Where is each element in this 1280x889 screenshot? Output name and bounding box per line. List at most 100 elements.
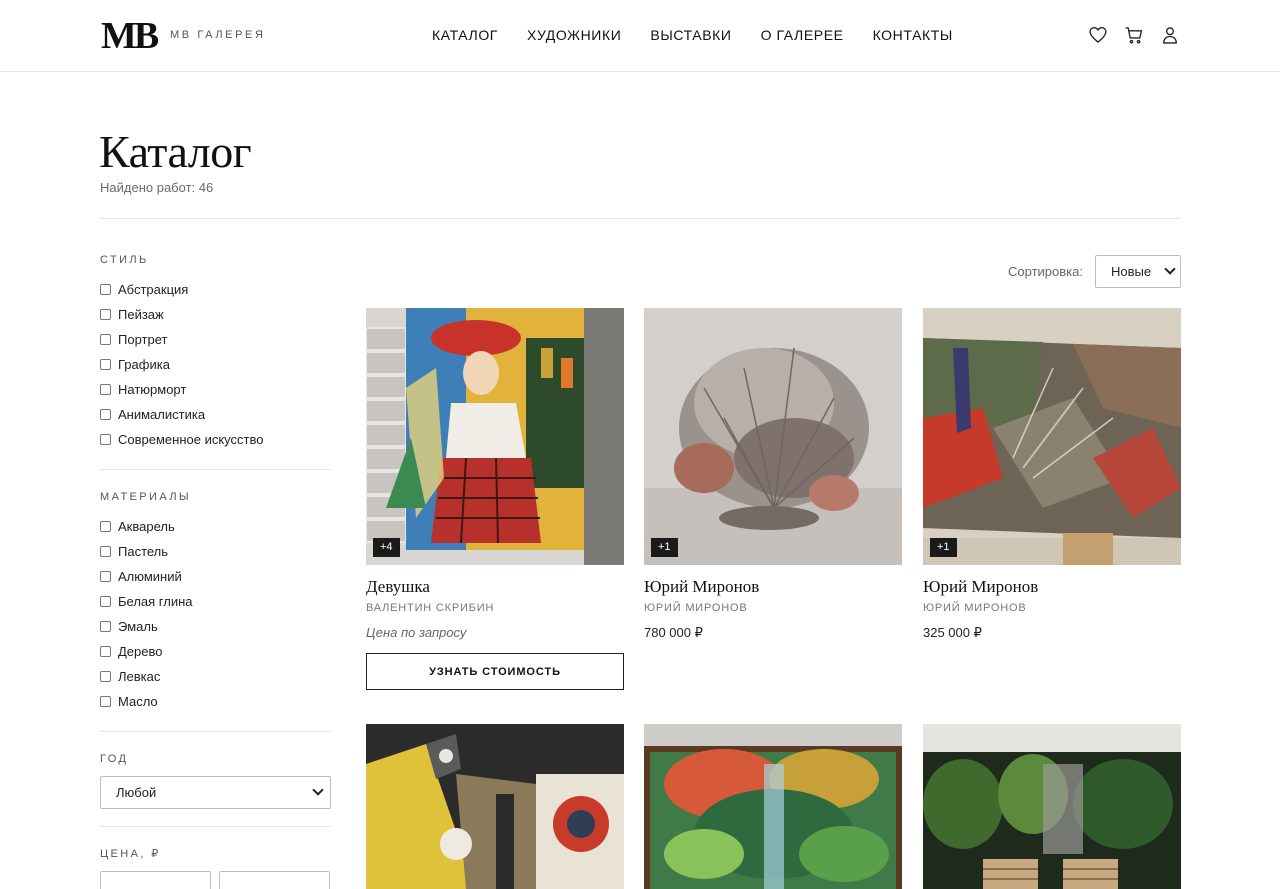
checkbox[interactable]	[100, 434, 111, 445]
artwork-card	[923, 724, 1181, 889]
main-nav: КАТАЛОГ ХУДОЖНИКИ ВЫСТАВКИ О ГАЛЕРЕЕ КОН…	[432, 27, 982, 43]
cart-icon[interactable]	[1123, 24, 1144, 46]
price-max-input[interactable]	[219, 871, 330, 889]
artwork-photo-garden	[923, 724, 1181, 889]
nav-item-exhibitions[interactable]: ВЫСТАВКИ	[650, 27, 731, 43]
artwork-price: 325 000 ₽	[923, 625, 982, 640]
site-header: MB MB ГАЛЕРЕЯ КАТАЛОГ ХУДОЖНИКИ ВЫСТАВКИ…	[0, 0, 1280, 72]
checkbox[interactable]	[100, 671, 111, 682]
filter-option-label: Абстракция	[118, 282, 189, 297]
filter-option[interactable]: Анималистика	[100, 402, 331, 427]
checkbox[interactable]	[100, 309, 111, 320]
checkbox[interactable]	[100, 284, 111, 295]
filter-heading-year: ГОД	[100, 753, 129, 765]
results-count: Найдено работ: 46	[100, 180, 214, 195]
nav-item-artists[interactable]: ХУДОЖНИКИ	[527, 27, 621, 43]
filter-option-label: Пастель	[118, 544, 169, 559]
request-price-button[interactable]: УЗНАТЬ СТОИМОСТЬ	[366, 653, 624, 690]
artwork-painting-geometric	[366, 724, 624, 889]
artwork-image[interactable]: +4	[366, 308, 624, 565]
filter-option-label: Эмаль	[118, 619, 158, 634]
filter-option-label: Натюрморт	[118, 382, 187, 397]
divider	[100, 218, 1180, 219]
nav-item-about[interactable]: О ГАЛЕРЕЕ	[761, 27, 844, 43]
filter-heading-style: СТИЛЬ	[100, 254, 149, 266]
filter-divider	[100, 731, 331, 732]
filter-option[interactable]: Белая глина	[100, 589, 331, 614]
filter-option[interactable]: Акварель	[100, 514, 331, 539]
filter-option[interactable]: Графика	[100, 352, 331, 377]
artwork-artist[interactable]: ВАЛЕНТИН СКРИБИН	[366, 601, 624, 615]
logo-mark[interactable]: MB	[101, 17, 159, 55]
checkbox[interactable]	[100, 621, 111, 632]
filter-option[interactable]: Дерево	[100, 639, 331, 664]
year-select[interactable]: Любой	[100, 776, 331, 809]
filter-option[interactable]: Портрет	[100, 327, 331, 352]
filter-option[interactable]: Масло	[100, 689, 331, 714]
checkbox[interactable]	[100, 334, 111, 345]
price-min-input[interactable]	[100, 871, 211, 889]
filter-option-label: Графика	[118, 357, 170, 372]
artwork-image[interactable]	[644, 724, 902, 889]
artwork-card: +1 Юрий Миронов ЮРИЙ МИРОНОВ 325 000 ₽	[923, 308, 1181, 641]
artwork-card	[366, 724, 624, 889]
price-range	[100, 871, 331, 889]
filter-option[interactable]: Алюминий	[100, 564, 331, 589]
year-select-value: Любой	[116, 785, 157, 800]
filter-option[interactable]: Левкас	[100, 664, 331, 689]
artwork-title[interactable]: Юрий Миронов	[923, 577, 1181, 597]
filter-option[interactable]: Пейзаж	[100, 302, 331, 327]
filter-option-label: Пейзаж	[118, 307, 164, 322]
filter-option-label: Дерево	[118, 644, 163, 659]
chevron-down-icon	[312, 784, 324, 796]
filters-sidebar: СТИЛЬ Абстракция Пейзаж Портрет Графика …	[100, 253, 331, 889]
artwork-artist[interactable]: ЮРИЙ МИРОНОВ	[923, 601, 1181, 615]
image-count-badge: +4	[373, 538, 400, 557]
checkbox[interactable]	[100, 546, 111, 557]
filter-heading-price: ЦЕНА, ₽	[100, 848, 161, 860]
checkbox[interactable]	[100, 571, 111, 582]
artwork-card: +1 Юрий Миронов ЮРИЙ МИРОНОВ 780 000 ₽	[644, 308, 902, 641]
checkbox[interactable]	[100, 384, 111, 395]
artwork-card	[644, 724, 902, 889]
artwork-painting-girl	[366, 308, 624, 565]
logo-text[interactable]: MB ГАЛЕРЕЯ	[170, 29, 266, 41]
user-icon[interactable]	[1159, 24, 1180, 46]
checkbox[interactable]	[100, 359, 111, 370]
header-icons	[1087, 24, 1180, 46]
artwork-image[interactable]	[366, 724, 624, 889]
nav-item-contacts[interactable]: КОНТАКТЫ	[873, 27, 953, 43]
sort-select[interactable]: Новые	[1095, 255, 1181, 288]
image-count-badge: +1	[651, 538, 678, 557]
checkbox[interactable]	[100, 596, 111, 607]
sort-select-value: Новые	[1111, 264, 1152, 279]
heart-icon[interactable]	[1087, 24, 1108, 46]
filter-option-label: Левкас	[118, 669, 161, 684]
filter-option[interactable]: Эмаль	[100, 614, 331, 639]
checkbox[interactable]	[100, 696, 111, 707]
artwork-painting-abstract	[923, 308, 1181, 565]
artwork-title[interactable]: Юрий Миронов	[644, 577, 902, 597]
artwork-image[interactable]	[923, 724, 1181, 889]
artwork-image[interactable]: +1	[923, 308, 1181, 565]
artwork-painting-landscape	[644, 724, 902, 889]
nav-item-catalog[interactable]: КАТАЛОГ	[432, 27, 498, 43]
checkbox[interactable]	[100, 409, 111, 420]
artwork-title[interactable]: Девушка	[366, 577, 624, 597]
checkbox[interactable]	[100, 646, 111, 657]
filter-option-label: Белая глина	[118, 594, 193, 609]
filter-option[interactable]: Современное искусство	[100, 427, 331, 452]
artwork-price: 780 000 ₽	[644, 625, 703, 640]
artwork-painting-abstract-tree	[644, 308, 902, 565]
image-count-badge: +1	[930, 538, 957, 557]
filter-option[interactable]: Пастель	[100, 539, 331, 564]
filter-option[interactable]: Натюрморт	[100, 377, 331, 402]
artwork-image[interactable]: +1	[644, 308, 902, 565]
checkbox[interactable]	[100, 521, 111, 532]
filter-option[interactable]: Абстракция	[100, 277, 331, 302]
artwork-card: +4 Девушка ВАЛЕНТИН СКРИБИН Цена по запр…	[366, 308, 624, 690]
sort-label: Сортировка:	[1008, 264, 1083, 279]
artwork-artist[interactable]: ЮРИЙ МИРОНОВ	[644, 601, 902, 615]
filter-option-label: Акварель	[118, 519, 175, 534]
chevron-down-icon	[1164, 263, 1176, 275]
